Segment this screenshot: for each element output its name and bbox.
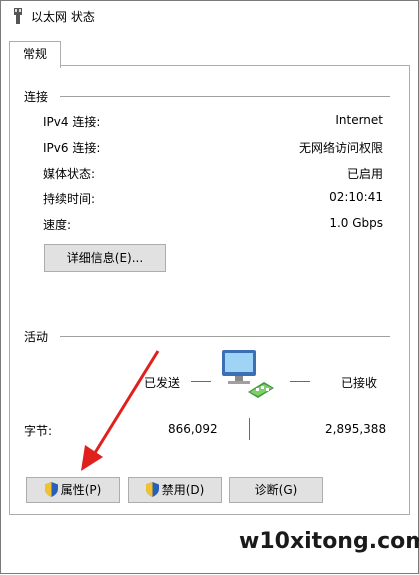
ethernet-status-window: 以太网 状态 常规 连接 IPv4 连接: Internet IPv6 连接: … [0, 0, 419, 574]
media-state-value: 已启用 [346, 167, 383, 181]
ipv6-value: 无网络访问权限 [298, 141, 383, 155]
uac-shield-icon [145, 482, 159, 497]
bytes-sent-value: 866,092 [168, 422, 218, 436]
details-button[interactable]: 详细信息(E)... [44, 244, 166, 272]
bytes-received-value: 2,895,388 [325, 422, 387, 436]
ipv6-label: IPv6 连接: [43, 141, 101, 155]
bytes-label: 字节: [24, 424, 53, 438]
disable-button-label: 禁用(D) [161, 483, 205, 497]
activity-group-title: 活动 [24, 330, 49, 344]
duration-label: 持续时间: [43, 192, 96, 206]
activity-group-divider [60, 336, 390, 337]
speed-value: 1.0 Gbps [329, 216, 383, 230]
network-computer-icon [222, 350, 274, 398]
sent-dash [191, 381, 211, 382]
connection-group-divider [60, 96, 390, 97]
received-label: 已接收 [341, 376, 378, 390]
ipv4-label: IPv4 连接: [43, 115, 101, 129]
duration-value: 02:10:41 [329, 190, 383, 204]
title-bar[interactable]: 以太网 状态 [1, 1, 418, 31]
bytes-divider [249, 418, 250, 440]
sent-label: 已发送 [144, 376, 181, 390]
tab-strip: 常规 [1, 31, 418, 68]
properties-button-label: 属性(P) [60, 483, 102, 497]
diagnose-button[interactable]: 诊断(G) [229, 477, 323, 503]
speed-label: 速度: [43, 218, 72, 232]
network-adapter-icon [14, 8, 22, 24]
window-title: 以太网 状态 [31, 10, 95, 24]
ipv4-value: Internet [335, 113, 383, 127]
watermark-text: w10xitong.com [239, 529, 419, 554]
disable-button[interactable]: 禁用(D) [128, 477, 222, 503]
general-panel: 连接 IPv4 连接: Internet IPv6 连接: 无网络访问权限 媒体… [9, 65, 410, 515]
uac-shield-icon [44, 482, 58, 497]
connection-group-title: 连接 [24, 90, 49, 104]
tab-general[interactable]: 常规 [9, 41, 61, 68]
properties-button[interactable]: 属性(P) [26, 477, 120, 503]
received-dash [290, 381, 310, 382]
media-state-label: 媒体状态: [43, 167, 96, 181]
